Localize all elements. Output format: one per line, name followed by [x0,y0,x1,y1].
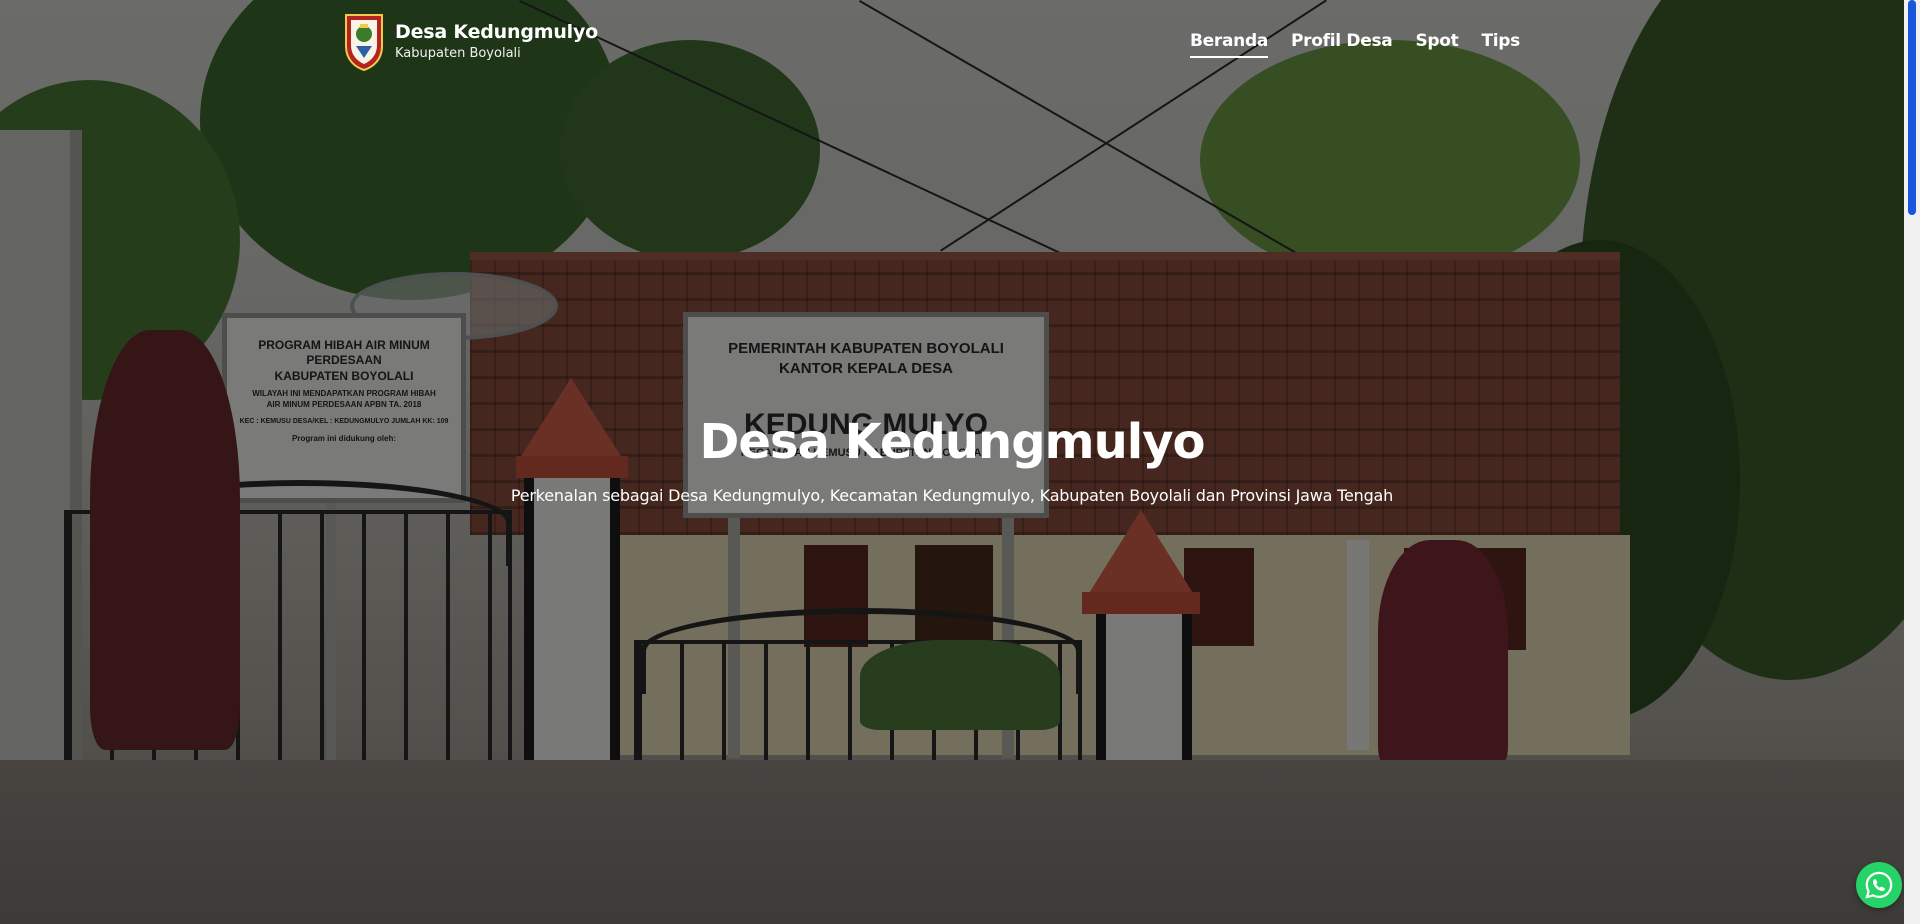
nav-link-tips[interactable]: Tips [1481,28,1520,58]
whatsapp-icon [1865,871,1893,899]
site-subtitle: Kabupaten Boyolali [395,46,521,61]
page-scrollbar[interactable] [1904,0,1920,924]
hero-title: Desa Kedungmulyo [699,414,1206,470]
site-title: Desa Kedungmulyo [395,21,599,43]
nav-link-profil-desa[interactable]: Profil Desa [1291,28,1393,58]
whatsapp-chat-button[interactable] [1856,862,1902,908]
nav-link-beranda[interactable]: Beranda [1190,28,1268,58]
hero-subtitle: Perkenalan sebagai Desa Kedungmulyo, Kec… [510,486,1394,505]
scrollbar-thumb[interactable] [1908,0,1916,215]
nav-link-spot[interactable]: Spot [1415,28,1458,58]
site-header: Desa Kedungmulyo Kabupaten Boyolali Bera… [0,0,1904,90]
boyolali-regency-crest-icon [345,14,383,72]
page-viewport: PROGRAM HIBAH AIR MINUM PERDESAAN KABUPA… [0,0,1920,924]
main-navigation: Beranda Profil Desa Spot Tips [1190,28,1520,58]
brand-text: Desa Kedungmulyo Kabupaten Boyolali [395,20,598,64]
brand-home-link[interactable]: Desa Kedungmulyo Kabupaten Boyolali [343,12,598,72]
